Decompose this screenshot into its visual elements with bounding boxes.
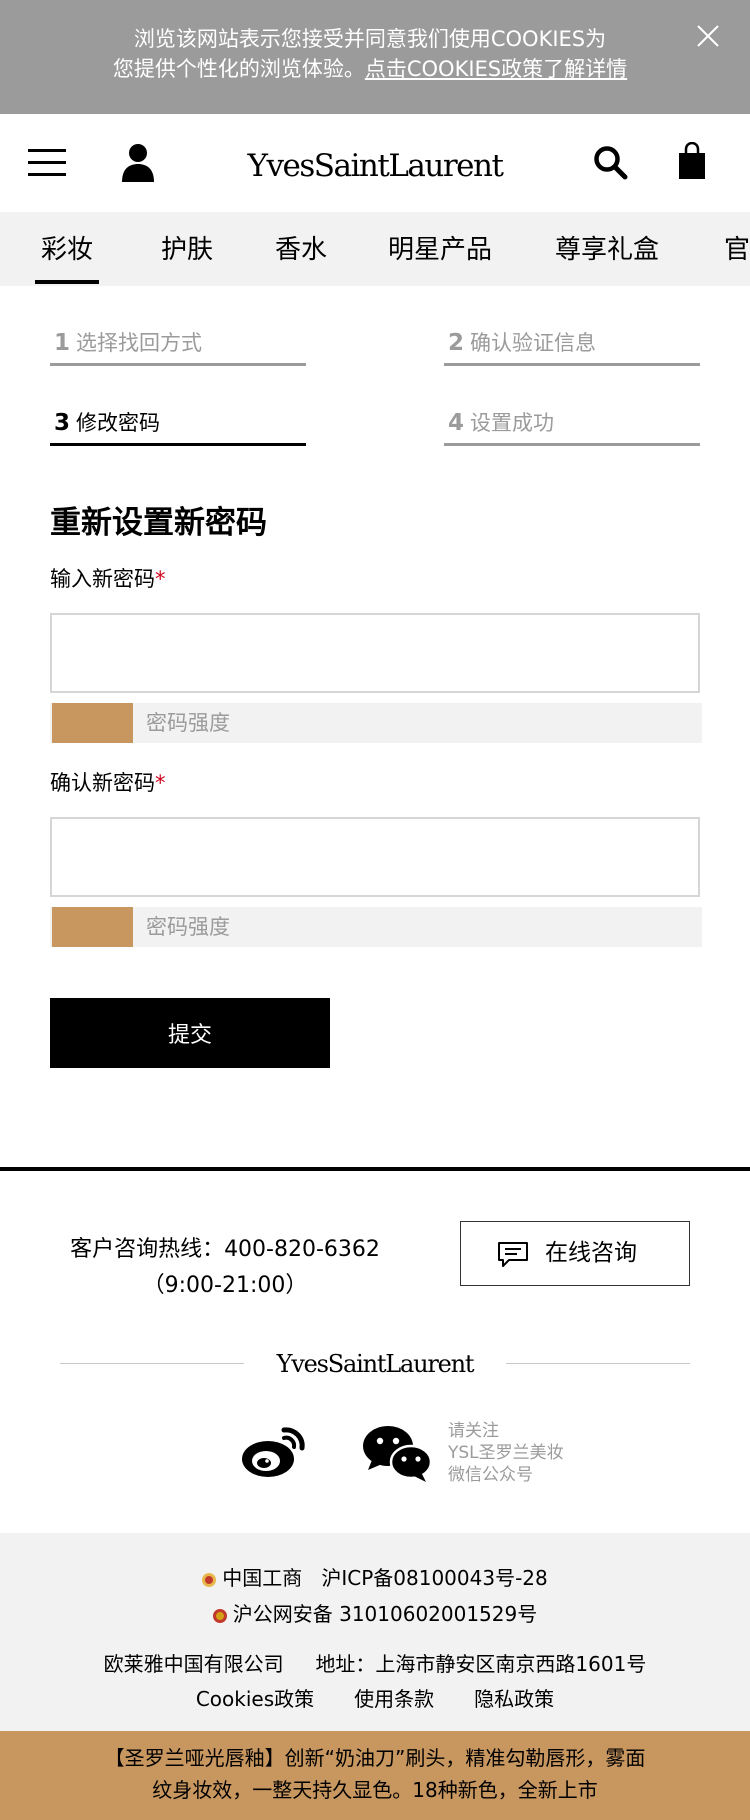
required-mark: * — [155, 567, 166, 591]
promo-banner[interactable]: 【圣罗兰哑光唇釉】创新“奶油刀”刷头，精准勾勒唇形，雾面 纹身妆效，一整天持久显… — [0, 1731, 750, 1820]
brand-logo[interactable]: YvesSaintLaurent — [230, 136, 520, 192]
chat-icon — [498, 1242, 528, 1267]
submit-button[interactable]: 提交 — [50, 998, 330, 1068]
search-icon[interactable] — [592, 144, 628, 180]
wechat-icon[interactable] — [362, 1424, 432, 1484]
legal-info: 中国工商 沪ICP备08100043号-28 沪公网安备 31010602001… — [0, 1533, 750, 1731]
cookies-policy-link[interactable]: Cookies政策 — [196, 1687, 314, 1711]
terms-of-use-link[interactable]: 使用条款 — [354, 1687, 434, 1711]
step-4-number: 4 — [448, 410, 465, 436]
nav-item-more[interactable]: 官 — [724, 232, 750, 268]
weibo-icon[interactable] — [240, 1424, 306, 1480]
shopping-bag-icon[interactable] — [678, 142, 706, 180]
customer-hotline: 客户咨询热线：400-820-6362 （9:00-21:00） — [60, 1232, 390, 1304]
icp-line: 中国工商 沪ICP备08100043号-28 — [0, 1563, 750, 1593]
policy-links: Cookies政策 使用条款 隐私政策 — [0, 1684, 750, 1714]
promo-line-2: 纹身妆效，一整天持久显色。18种新色，全新上市 — [152, 1778, 598, 1802]
icp-number[interactable]: 沪ICP备08100043号-28 — [321, 1566, 547, 1590]
step-3-label: 修改密码 — [76, 411, 161, 435]
confirm-password-strength-meter: 密码强度 — [50, 907, 702, 947]
step-4: 4 设置成功 — [444, 406, 700, 446]
company-name: 欧莱雅中国有限公司 — [103, 1652, 284, 1676]
step-4-label: 设置成功 — [470, 411, 555, 435]
nav-item-makeup[interactable]: 彩妆 — [34, 232, 100, 284]
nav-item-bestsellers[interactable]: 明星产品 — [388, 232, 492, 268]
step-1-label: 选择找回方式 — [76, 331, 203, 355]
page-title: 重新设置新密码 — [50, 505, 267, 541]
step-1: 1 选择找回方式 — [50, 326, 306, 366]
strength-label: 密码强度 — [146, 915, 230, 939]
hotline-number: 客户咨询热线：400-820-6362 — [70, 1237, 380, 1262]
menu-icon[interactable] — [28, 147, 68, 179]
step-3: 3 修改密码 — [50, 406, 306, 446]
police-badge-icon — [212, 1608, 227, 1623]
brand-logo-text: YvesSaintLaurent — [247, 148, 505, 184]
chat-label: 在线咨询 — [545, 1240, 637, 1266]
company-line: 欧莱雅中国有限公司 地址：上海市静安区南京西路1601号 — [0, 1649, 750, 1679]
step-1-number: 1 — [54, 330, 71, 356]
new-password-label-text: 输入新密码 — [50, 567, 155, 591]
new-password-label: 输入新密码* — [50, 564, 166, 594]
icp-org: 中国工商 — [222, 1566, 303, 1590]
confirm-password-label: 确认新密码* — [50, 768, 166, 798]
site-header: YvesSaintLaurent — [0, 114, 750, 212]
police-line: 沪公网安备 31010602001529号 — [0, 1599, 750, 1629]
online-chat-button[interactable]: 在线咨询 — [460, 1221, 690, 1286]
step-2-label: 确认验证信息 — [470, 331, 597, 355]
privacy-policy-link[interactable]: 隐私政策 — [474, 1687, 554, 1711]
wechat-follow-text: 请关注 YSL圣罗兰美妆 微信公众号 — [448, 1420, 564, 1486]
nav-item-gift-sets[interactable]: 尊享礼盒 — [555, 232, 659, 268]
nav-item-skincare[interactable]: 护肤 — [161, 232, 213, 268]
confirm-password-input[interactable] — [50, 817, 700, 897]
required-mark: * — [155, 771, 166, 795]
step-2: 2 确认验证信息 — [444, 326, 700, 366]
follow-line-1: 请关注 — [448, 1421, 499, 1441]
cookie-policy-link[interactable]: 点击COOKIES政策了解详情 — [365, 57, 627, 81]
divider-line — [506, 1363, 690, 1364]
new-password-strength-meter: 密码强度 — [50, 703, 702, 743]
follow-line-3: 微信公众号 — [448, 1465, 533, 1485]
company-address: 地址：上海市静安区南京西路1601号 — [315, 1652, 647, 1676]
footer-brand-logo: YvesSaintLaurent — [276, 1350, 476, 1378]
new-password-input[interactable] — [50, 613, 700, 693]
cookie-message-line1: 浏览该网站表示您接受并同意我们使用COOKIES为 — [133, 27, 607, 51]
police-record[interactable]: 沪公网安备 31010602001529号 — [233, 1602, 538, 1626]
cookie-banner: 浏览该网站表示您接受并同意我们使用COOKIES为 您提供个性化的浏览体验。点击… — [0, 0, 750, 114]
user-icon[interactable] — [120, 142, 156, 182]
hotline-hours: （9:00-21:00） — [142, 1273, 308, 1298]
business-badge-icon — [202, 1572, 217, 1587]
strength-bar-fill — [52, 907, 134, 947]
nav-item-fragrance[interactable]: 香水 — [275, 232, 327, 268]
confirm-password-label-text: 确认新密码 — [50, 771, 155, 795]
footer-brand-text: YvesSaintLaurent — [276, 1350, 475, 1378]
close-icon[interactable] — [694, 22, 722, 50]
step-2-number: 2 — [448, 330, 465, 356]
divider-line — [60, 1363, 244, 1364]
promo-line-1: 【圣罗兰哑光唇釉】创新“奶油刀”刷头，精准勾勒唇形，雾面 — [104, 1746, 646, 1770]
footer-divider — [0, 1167, 750, 1171]
category-nav: 彩妆 护肤 香水 明星产品 尊享礼盒 官 — [0, 212, 750, 286]
cookie-message-line2: 您提供个性化的浏览体验。 — [112, 57, 365, 81]
follow-line-2: YSL圣罗兰美妆 — [448, 1443, 564, 1463]
step-3-number: 3 — [54, 410, 71, 436]
strength-label: 密码强度 — [146, 711, 230, 735]
cookie-message: 浏览该网站表示您接受并同意我们使用COOKIES为 您提供个性化的浏览体验。点击… — [70, 24, 670, 84]
strength-bar-fill — [52, 703, 134, 743]
footer-brand-row: YvesSaintLaurent — [60, 1340, 690, 1386]
